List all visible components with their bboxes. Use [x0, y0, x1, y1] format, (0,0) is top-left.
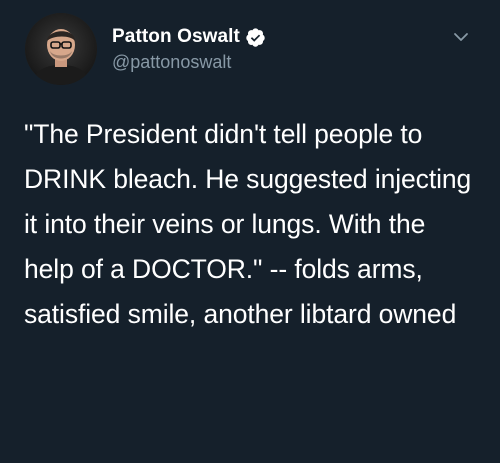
author-handle[interactable]: @pattonoswalt — [112, 52, 450, 73]
profile-photo-icon — [25, 13, 97, 85]
verified-badge-icon — [245, 27, 266, 48]
author-name-row: Patton Oswalt — [112, 24, 450, 50]
author-display-name[interactable]: Patton Oswalt — [112, 26, 240, 48]
author-avatar[interactable] — [25, 13, 97, 85]
chevron-down-icon[interactable] — [450, 26, 472, 48]
tweet-header: Patton Oswalt @pattonoswalt — [112, 24, 450, 73]
tweet-text: "The President didn't tell people to DRI… — [24, 119, 479, 329]
tweet-card: Patton Oswalt @pattonoswalt "The Preside… — [0, 0, 500, 463]
